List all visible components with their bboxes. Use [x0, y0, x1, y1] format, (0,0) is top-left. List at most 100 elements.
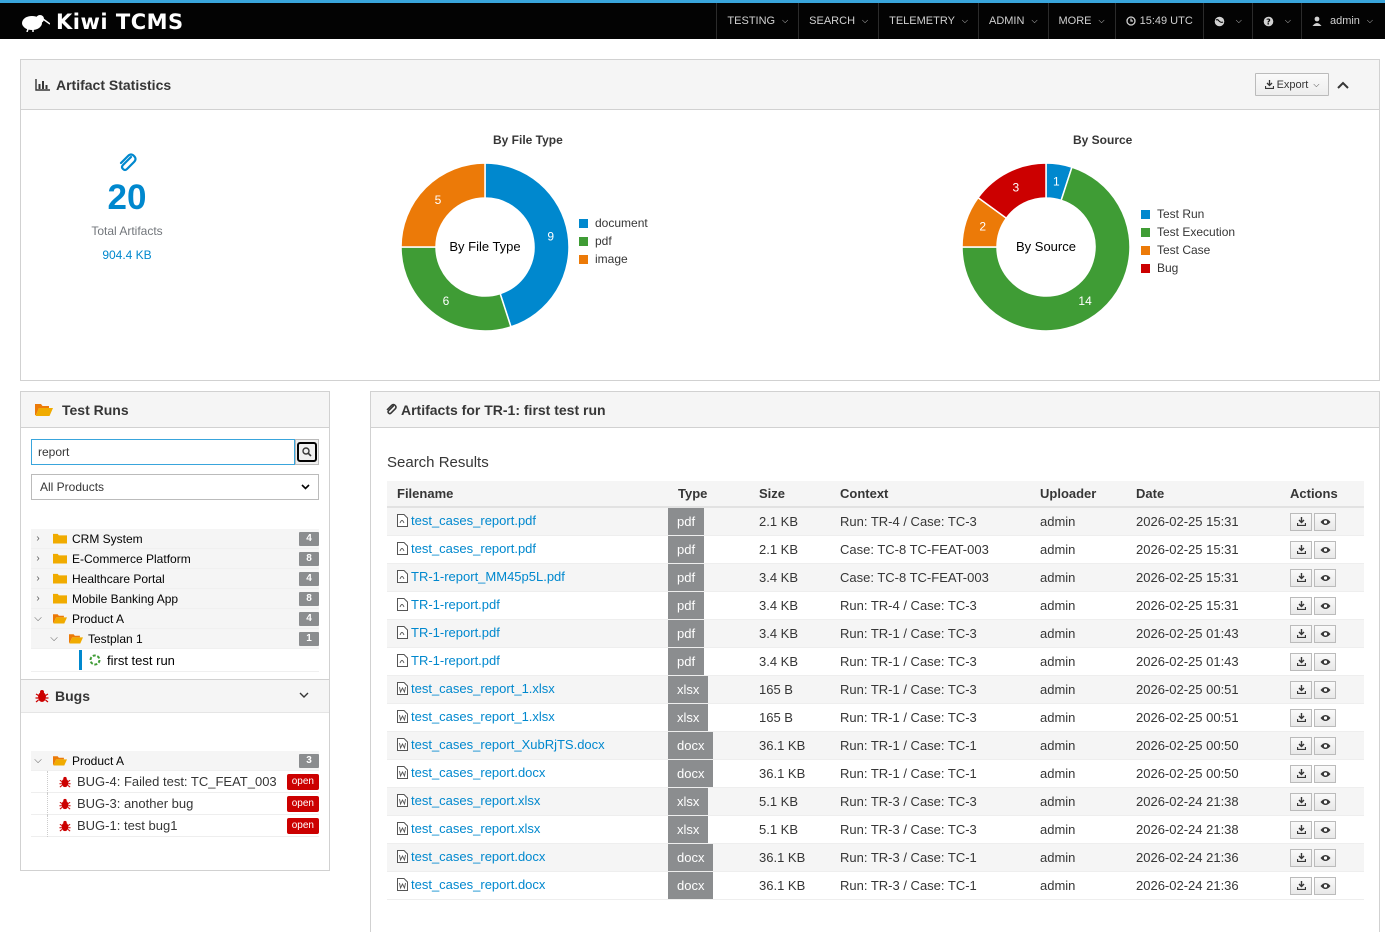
size-cell: 3.4 KB: [749, 619, 830, 648]
download-button[interactable]: [1290, 624, 1312, 643]
bug-item[interactable]: BUG-1: test bug1 open: [31, 814, 319, 837]
size-cell: 165 B: [749, 675, 830, 704]
type-cell: xlsx: [668, 675, 749, 704]
legend-item[interactable]: Bug: [1141, 259, 1235, 277]
nav-user-menu[interactable]: admin ⌵: [1300, 3, 1385, 39]
test-plan-node[interactable]: ⌵ Testplan 1 1: [31, 629, 319, 649]
chevron-down-icon[interactable]: ⌵: [31, 613, 45, 624]
export-button[interactable]: Export ⌵: [1255, 73, 1329, 96]
download-button[interactable]: [1290, 652, 1312, 671]
column-header[interactable]: Date: [1126, 481, 1280, 508]
bugs-panel-heading[interactable]: Bugs: [21, 679, 329, 713]
column-header[interactable]: Size: [749, 481, 830, 508]
bug-status-badge: open: [286, 774, 319, 790]
view-button[interactable]: [1314, 708, 1336, 727]
brand-logo[interactable]: Kiwi TCMS: [20, 9, 184, 35]
download-button[interactable]: [1290, 512, 1312, 531]
file-link[interactable]: test_cases_report_1.xlsx: [397, 681, 555, 696]
product-node[interactable]: › CRM System 4: [31, 529, 319, 549]
file-link[interactable]: TR-1-report_MM45p5L.pdf: [397, 569, 565, 584]
file-link[interactable]: test_cases_report.docx: [397, 877, 545, 892]
chevron-right-icon[interactable]: ›: [31, 573, 45, 584]
product-node[interactable]: › Healthcare Portal 4: [31, 569, 319, 589]
chevron-right-icon[interactable]: ›: [31, 533, 45, 544]
file-link[interactable]: test_cases_report_XubRjTS.docx: [397, 737, 605, 752]
download-button[interactable]: [1290, 568, 1312, 587]
view-button[interactable]: [1314, 736, 1336, 755]
download-button[interactable]: [1290, 848, 1312, 867]
search-results-title: Search Results: [387, 454, 489, 471]
bug-status-badge: open: [286, 796, 319, 812]
file-link[interactable]: TR-1-report.pdf: [397, 597, 500, 612]
view-button[interactable]: [1314, 820, 1336, 839]
download-button[interactable]: [1290, 764, 1312, 783]
bugs-tree: ⌵ Product A 3 BUG-4: Failed test: TC_FEA…: [31, 751, 319, 837]
nav-help[interactable]: ? ⌵: [1251, 3, 1301, 39]
view-button[interactable]: [1314, 596, 1336, 615]
file-link[interactable]: test_cases_report.docx: [397, 765, 545, 780]
download-button[interactable]: [1290, 876, 1312, 895]
column-header[interactable]: Uploader: [1030, 481, 1126, 508]
chevron-right-icon[interactable]: ›: [31, 553, 45, 564]
download-button[interactable]: [1290, 820, 1312, 839]
file-link[interactable]: TR-1-report.pdf: [397, 625, 500, 640]
legend-item[interactable]: Test Run: [1141, 205, 1235, 223]
file-link[interactable]: test_cases_report.xlsx: [397, 821, 540, 836]
nav-admin[interactable]: ADMIN ⌵: [977, 3, 1048, 39]
download-button[interactable]: [1290, 680, 1312, 699]
donut-slice[interactable]: [400, 162, 486, 248]
view-button[interactable]: [1314, 876, 1336, 895]
nav-search[interactable]: SEARCH ⌵: [798, 3, 878, 39]
column-header[interactable]: Type: [668, 481, 749, 508]
chevron-down-icon: ⌵: [961, 16, 968, 25]
legend-item[interactable]: Test Case: [1141, 241, 1235, 259]
product-node[interactable]: › E-Commerce Platform 8: [31, 549, 319, 569]
chevron-down-icon[interactable]: ⌵: [47, 633, 61, 644]
nav-language[interactable]: ⌵: [1202, 3, 1252, 39]
download-button[interactable]: [1290, 792, 1312, 811]
view-button[interactable]: [1314, 624, 1336, 643]
bug-item[interactable]: BUG-3: another bug open: [31, 792, 319, 815]
date-cell: 2026-02-24 21:36: [1126, 871, 1280, 900]
file-link[interactable]: test_cases_report_1.xlsx: [397, 709, 555, 724]
view-button[interactable]: [1314, 540, 1336, 559]
download-button[interactable]: [1290, 708, 1312, 727]
download-button[interactable]: [1290, 540, 1312, 559]
collapse-chevron-up-icon[interactable]: [1337, 76, 1355, 92]
nav-more[interactable]: MORE ⌵: [1047, 3, 1115, 39]
product-filter-select[interactable]: All Products: [31, 474, 319, 500]
legend-item[interactable]: Test Execution: [1141, 223, 1235, 241]
column-header[interactable]: Filename: [387, 481, 668, 508]
nav-testing[interactable]: TESTING ⌵: [716, 3, 798, 39]
column-header[interactable]: Context: [830, 481, 1030, 508]
file-link[interactable]: test_cases_report.xlsx: [397, 793, 540, 808]
bug-item[interactable]: BUG-4: Failed test: TC_FEAT_003 open: [31, 770, 319, 793]
eye-icon: [1320, 686, 1330, 693]
view-button[interactable]: [1314, 512, 1336, 531]
download-button[interactable]: [1290, 596, 1312, 615]
legend-item[interactable]: pdf: [579, 232, 648, 250]
download-button[interactable]: [1290, 736, 1312, 755]
product-node[interactable]: › Mobile Banking App 8: [31, 589, 319, 609]
file-link[interactable]: test_cases_report.docx: [397, 849, 545, 864]
legend-item[interactable]: image: [579, 250, 648, 268]
chevron-right-icon[interactable]: ›: [31, 593, 45, 604]
view-button[interactable]: [1314, 568, 1336, 587]
view-button[interactable]: [1314, 792, 1336, 811]
product-node[interactable]: ⌵ Product A 4: [31, 609, 319, 629]
file-link[interactable]: test_cases_report.pdf: [397, 513, 536, 528]
file-link[interactable]: TR-1-report.pdf: [397, 653, 500, 668]
search-button[interactable]: [295, 439, 319, 465]
view-button[interactable]: [1314, 764, 1336, 783]
view-button[interactable]: [1314, 848, 1336, 867]
nav-telemetry[interactable]: TELEMETRY ⌵: [878, 3, 978, 39]
view-button[interactable]: [1314, 652, 1336, 671]
test-runs-search-input[interactable]: [31, 439, 295, 465]
test-run-node[interactable]: first test run: [31, 649, 319, 672]
file-link[interactable]: test_cases_report.pdf: [397, 541, 536, 556]
donut-slice[interactable]: [400, 246, 512, 332]
bug-product-node[interactable]: ⌵ Product A 3: [31, 751, 319, 771]
chevron-down-icon: ⌵: [1284, 16, 1291, 25]
view-button[interactable]: [1314, 680, 1336, 699]
legend-item[interactable]: document: [579, 214, 648, 232]
